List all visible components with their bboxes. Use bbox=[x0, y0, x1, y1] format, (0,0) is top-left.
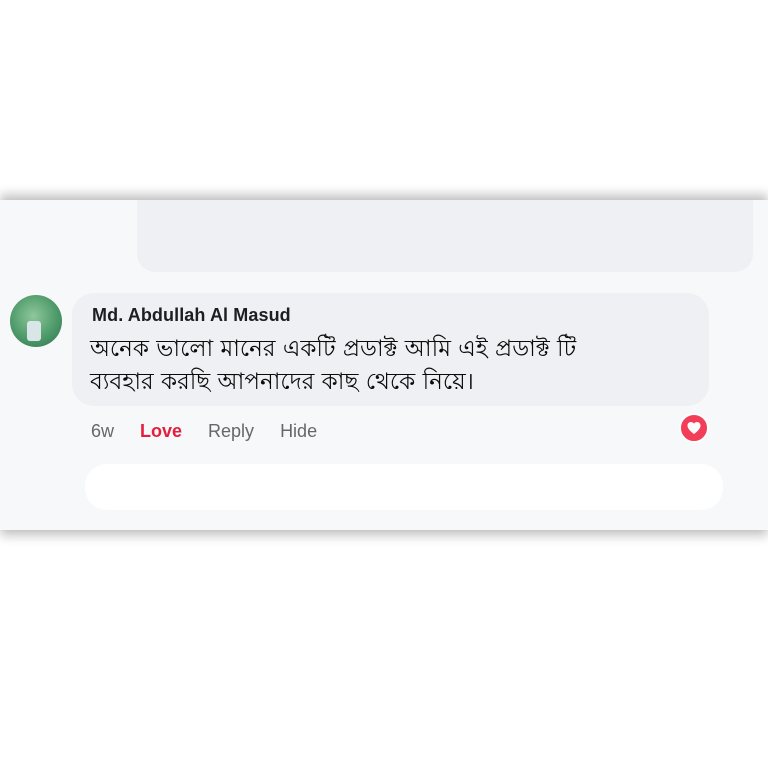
heart-icon bbox=[687, 422, 701, 434]
heart-reaction-icon[interactable] bbox=[679, 413, 709, 443]
comment-thread-panel: Md. Abdullah Al Masud অনেক ভালো মানের এক… bbox=[0, 200, 768, 530]
comment-text-line-2: ব্যবহার করছি আপনাদের কাছ থেকে নিয়ে। bbox=[90, 369, 474, 395]
love-button[interactable]: Love bbox=[140, 421, 182, 442]
comment-timestamp[interactable]: 6w bbox=[91, 421, 114, 442]
hide-button[interactable]: Hide bbox=[280, 421, 317, 442]
comment-text: অনেক ভালো মানের একটি প্রডাক্ট আমি এই প্র… bbox=[90, 333, 650, 399]
avatar[interactable] bbox=[10, 295, 62, 347]
comment-actions: 6w Love Reply Hide bbox=[91, 418, 343, 444]
comment-text-line-1: অনেক ভালো মানের একটি প্রডাক্ট আমি এই প্র… bbox=[90, 336, 577, 362]
avatar-figure bbox=[27, 321, 41, 341]
next-comment-bubble bbox=[85, 464, 723, 510]
page: Md. Abdullah Al Masud অনেক ভালো মানের এক… bbox=[0, 0, 768, 768]
previous-comment-bubble bbox=[137, 200, 753, 272]
reply-button[interactable]: Reply bbox=[208, 421, 254, 442]
comment-bubble: Md. Abdullah Al Masud অনেক ভালো মানের এক… bbox=[72, 293, 709, 406]
comment-author[interactable]: Md. Abdullah Al Masud bbox=[92, 305, 291, 326]
